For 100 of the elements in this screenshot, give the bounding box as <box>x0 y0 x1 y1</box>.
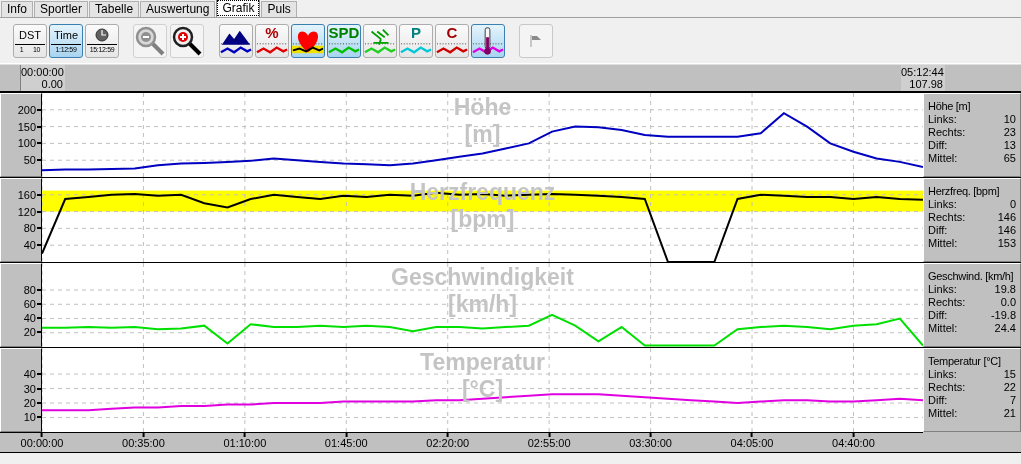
end-time: 05:12:44 <box>901 66 944 78</box>
tab[interactable]: Info <box>1 1 33 17</box>
series-toggle-button[interactable] <box>219 23 253 58</box>
series-toggle-button[interactable] <box>471 23 505 58</box>
stats-label: Mittel: <box>928 237 958 250</box>
flag-icon <box>529 33 543 48</box>
x-axis-label: 00:00:00 <box>20 437 64 450</box>
series-toggle-button[interactable]: SPD <box>327 23 361 58</box>
start-time: 00:00:00 <box>21 66 64 78</box>
tab[interactable]: Auswertung <box>140 1 216 17</box>
zoom-in-button[interactable] <box>170 23 204 58</box>
chart-title: [bpm] <box>450 206 515 233</box>
y-axis-label: 80 <box>23 222 36 235</box>
stats-value: 153 <box>997 237 1016 250</box>
chart-title: Temperatur <box>420 349 545 376</box>
series-letter: SPD <box>328 24 360 42</box>
stats-value: 65 <box>1003 152 1016 165</box>
zoom-out-icon <box>134 24 166 57</box>
x-axis-label: 03:30:00 <box>629 437 672 450</box>
stats-value: -19.8 <box>990 309 1016 322</box>
end-distance: 107.98 <box>909 78 943 90</box>
chart-title: Herzfrequenz <box>409 179 556 206</box>
chart-title: [m] <box>464 121 501 148</box>
y-axis-label: 160 <box>17 189 36 202</box>
stats-label: Diff: <box>928 394 948 407</box>
stats-label: Mittel: <box>928 407 958 420</box>
stats-value: 0.0 <box>1000 296 1016 309</box>
zoom-out-button[interactable] <box>133 23 167 58</box>
series-toggle-button[interactable] <box>291 23 325 58</box>
stats-value: 19.8 <box>994 283 1016 296</box>
tab[interactable]: Puls <box>261 1 297 17</box>
stats-label: Diff: <box>928 139 948 152</box>
stats-title: Temperatur [°C] <box>928 355 1002 368</box>
x-axis-label: 01:10:00 <box>223 437 267 450</box>
x-axis-label: 04:40:00 <box>832 437 875 450</box>
stats-label: Rechts: <box>928 296 966 309</box>
leaf-icon <box>370 28 390 46</box>
y-axis-label: 10 <box>23 410 36 423</box>
y-axis-label: 60 <box>23 298 36 311</box>
y-axis-label: 120 <box>17 205 36 218</box>
stats-value: 23 <box>1003 126 1016 139</box>
stats-label: Links: <box>928 113 957 126</box>
y-axis-label: 40 <box>23 238 36 251</box>
thermometer-icon <box>484 26 491 55</box>
stats-label: Diff: <box>928 224 948 237</box>
stats-value: 22 <box>1003 381 1016 394</box>
stats-label: Rechts: <box>928 381 966 394</box>
series-letter: C <box>445 24 459 42</box>
stats-label: Rechts: <box>928 211 966 224</box>
series-letter: % <box>264 24 280 42</box>
stats-label: Mittel: <box>928 152 958 165</box>
pulse-line <box>292 46 324 52</box>
y-axis-label: 150 <box>17 120 36 133</box>
clock-icon <box>95 27 109 42</box>
stats-value: 21 <box>1003 407 1016 420</box>
y-axis-label: 100 <box>17 137 36 150</box>
y-axis-label: 30 <box>23 382 36 395</box>
chart-title: Höhe <box>453 94 512 121</box>
y-axis-label: 20 <box>23 396 36 409</box>
y-axis-label: 200 <box>17 104 36 117</box>
stats-value: 15 <box>1003 368 1016 381</box>
stats-value: 0 <box>1009 198 1016 211</box>
chart-title: [°C] <box>461 376 504 403</box>
stats-value: 10 <box>1003 113 1016 126</box>
series-toggle-button[interactable]: C <box>435 23 469 58</box>
x-axis-label: 02:20:00 <box>426 437 470 450</box>
mountain-icon <box>221 30 251 45</box>
y-axis-label: 50 <box>23 153 36 166</box>
tab[interactable]: Grafik <box>216 0 261 17</box>
y-axis-label: 40 <box>23 312 36 325</box>
stats-value: 24.4 <box>994 322 1016 335</box>
y-axis-label: 20 <box>23 326 36 339</box>
y-axis-label: 40 <box>23 368 36 381</box>
stats-title: Höhe [m] <box>928 100 972 113</box>
x-axis-label: 00:35:00 <box>122 437 165 450</box>
series-letter: P <box>410 24 422 42</box>
series-toggle-button[interactable]: % <box>255 23 289 58</box>
stats-label: Links: <box>928 283 957 296</box>
stats-value: 146 <box>997 211 1016 224</box>
heart-icon <box>297 31 319 52</box>
stats-value: 7 <box>1009 394 1016 407</box>
stats-label: Links: <box>928 198 957 211</box>
zoom-in-icon <box>171 24 203 57</box>
x-axis-label: 02:55:00 <box>527 437 571 450</box>
x-axis-label: 01:45:00 <box>324 437 368 450</box>
start-distance: 0.00 <box>41 78 63 90</box>
series-toggle-button[interactable]: P <box>399 23 433 58</box>
stats-label: Mittel: <box>928 322 958 335</box>
chart-title: Geschwindigkeit <box>391 264 574 291</box>
stats-label: Rechts: <box>928 126 966 139</box>
tab[interactable]: Sportler <box>34 1 89 17</box>
stats-label: Links: <box>928 368 957 381</box>
series-toggle-button[interactable] <box>363 23 397 58</box>
x-axis-label: 04:05:00 <box>730 437 774 450</box>
stats-value: 146 <box>997 224 1016 237</box>
stats-label: Diff: <box>928 309 948 322</box>
stats-title: Herzfreq. [bpm] <box>928 185 1001 198</box>
y-axis-label: 80 <box>23 284 36 297</box>
tab[interactable]: Tabelle <box>89 1 140 17</box>
stats-title: Geschwind. [km/h] <box>928 270 1015 283</box>
